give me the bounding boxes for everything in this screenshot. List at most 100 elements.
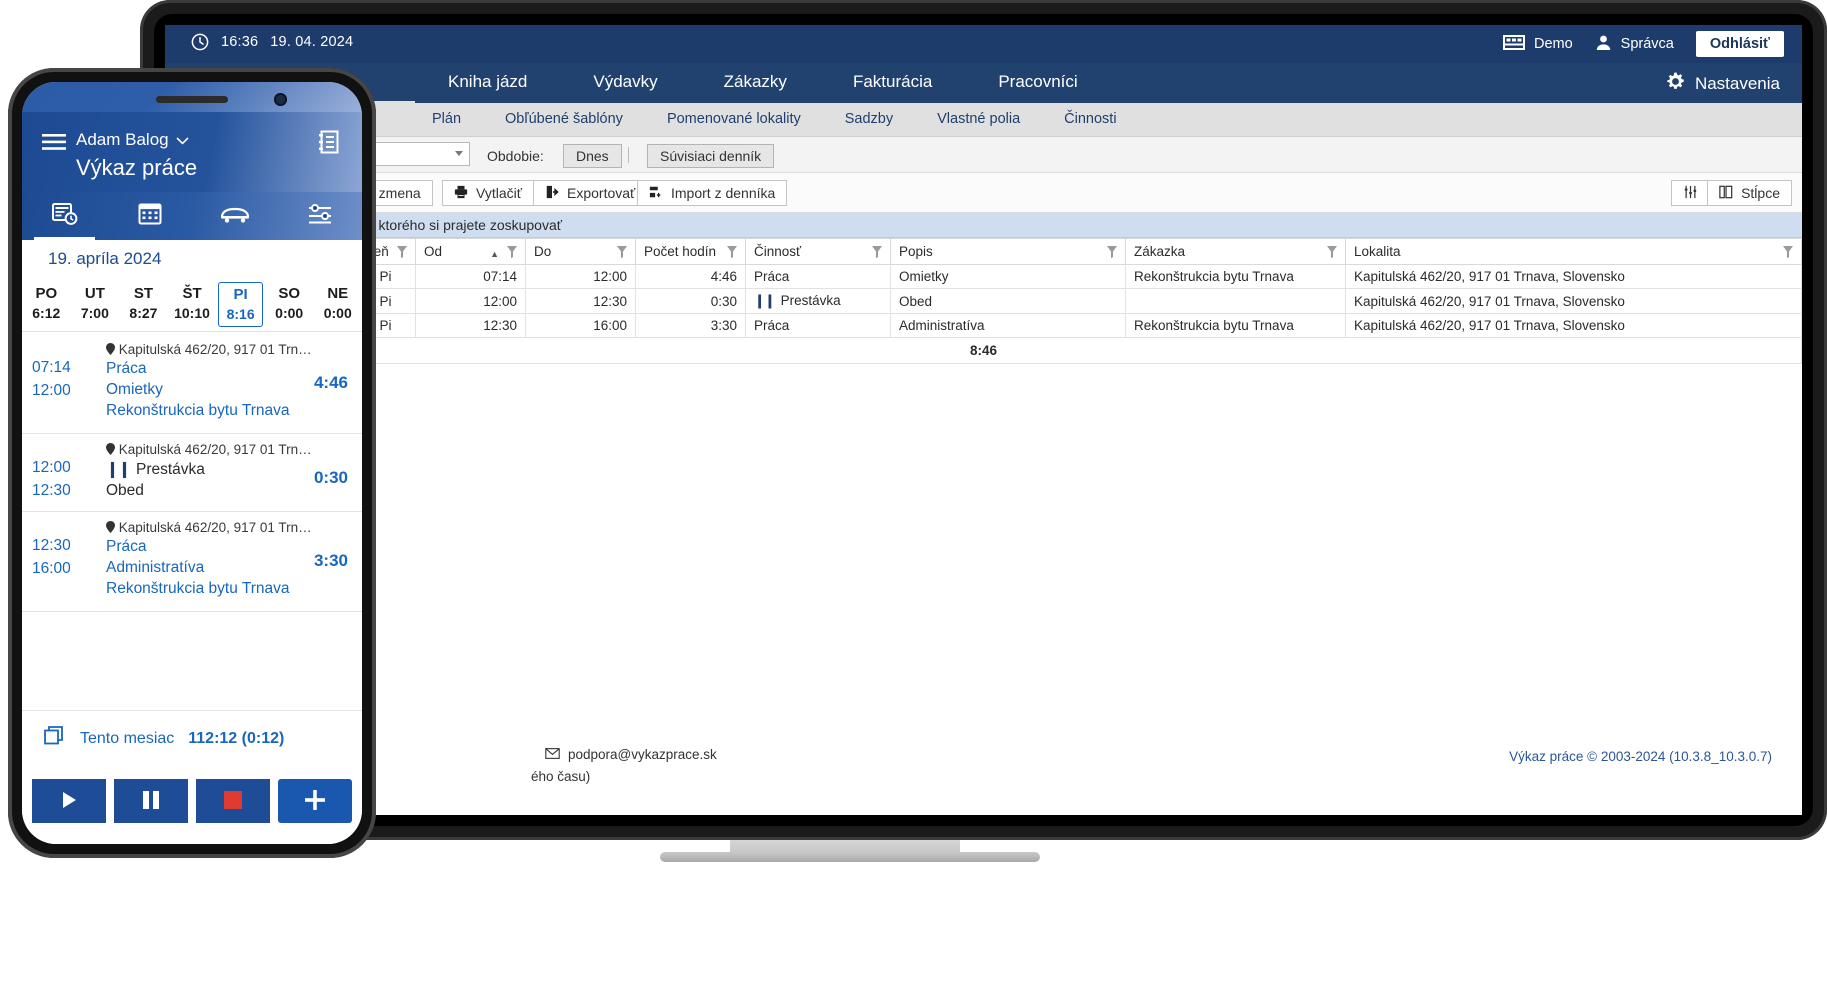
product-link[interactable]: Výkaz práce	[1509, 749, 1583, 764]
layout-button[interactable]	[1671, 180, 1710, 206]
phone-screen: Adam Balog Výkaz práce 19. apríla 2024 P…	[22, 82, 362, 844]
export-button[interactable]: Exportovať	[533, 180, 648, 206]
print-button[interactable]: Vytlačiť	[442, 180, 534, 206]
support-email: podpora@vykazprace.sk	[568, 747, 717, 762]
filter-icon[interactable]	[1782, 244, 1794, 260]
import-journal-button[interactable]: Import z denníka	[637, 180, 788, 206]
mobile-timer-controls	[22, 766, 362, 844]
filter-icon[interactable]	[1106, 244, 1118, 260]
mobile-phone-mockup: Adam Balog Výkaz práce 19. apríla 2024 P…	[8, 68, 376, 858]
filter-icon[interactable]	[616, 244, 628, 260]
column-header-pocet-hodin[interactable]: Počet hodín	[635, 238, 746, 265]
nav-item-zakazky[interactable]: Zákazky	[691, 63, 820, 101]
day-ut[interactable]: UT 7:00	[71, 278, 120, 331]
print-label: Vytlačiť	[476, 185, 522, 201]
list-item[interactable]: 07:14 12:00 Kapitulská 462/20, 917 01 Tr…	[22, 334, 362, 434]
period-label: Obdobie:	[487, 148, 544, 164]
cell-zakazka	[1125, 288, 1346, 314]
list-item[interactable]: 12:30 16:00 Kapitulská 462/20, 917 01 Tr…	[22, 512, 362, 612]
sub-navigation: Plán Obľúbené šablóny Pomenované lokalit…	[165, 103, 1802, 137]
table-row[interactable]: 19. 04. 2024 Pi 07:14 12:00 4:46 Práca O…	[165, 264, 1802, 289]
entry-order: Rekonštrukcia bytu Trnava	[106, 402, 290, 419]
printer-icon	[454, 185, 468, 202]
mobile-week-selector: PO 6:12 UT 7:00 ST 8:27 ŠT 10:10 PI 8:16…	[22, 278, 362, 332]
filter-icon[interactable]	[871, 244, 883, 260]
entry-location-text: Kapitulská 462/20, 917 01 Trn…	[118, 442, 312, 457]
columns-icon	[1719, 185, 1733, 202]
day-st[interactable]: ST 8:27	[119, 278, 168, 331]
day-pi-selected[interactable]: PI 8:16	[216, 278, 265, 331]
month-summary[interactable]: Tento mesiac 112:12 (0:12)	[22, 710, 362, 766]
logout-button[interactable]: Odhlásiť	[1695, 31, 1784, 57]
location-pin-icon	[106, 520, 119, 535]
entry-from: 12:00	[32, 459, 71, 476]
day-so[interactable]: SO 0:00	[265, 278, 314, 331]
hamburger-menu-icon[interactable]	[42, 134, 66, 155]
entry-location-text: Kapitulská 462/20, 917 01 Trn…	[118, 342, 312, 357]
column-header-do[interactable]: Do	[525, 238, 636, 265]
entry-times: 07:14 12:00	[32, 356, 71, 402]
copyright-text: © 2003-2024 (10.3.8_10.3.0.7)	[1587, 749, 1772, 764]
sort-asc-icon[interactable]: ▲	[490, 249, 499, 259]
column-header-cinnost[interactable]: Činnosť	[745, 238, 891, 265]
filter-icon[interactable]	[726, 244, 738, 260]
table-header-row: Dátum ▲ Deň Od ▲ Do	[165, 238, 1802, 265]
mobile-user-selector[interactable]: Adam Balog	[76, 130, 189, 150]
tab-vehicle[interactable]	[192, 192, 277, 240]
columns-button[interactable]: Stĺpce	[1707, 180, 1792, 206]
column-header-od[interactable]: Od ▲	[415, 238, 526, 265]
company-chip[interactable]: Demo	[1502, 34, 1573, 54]
day-st-thu[interactable]: ŠT 10:10	[168, 278, 217, 331]
filter-icon[interactable]	[396, 244, 408, 260]
subnav-item-vlastne-polia[interactable]: Vlastné polia	[915, 103, 1042, 135]
document-icon[interactable]	[318, 130, 340, 159]
day-ne[interactable]: NE 0:00	[313, 278, 362, 331]
column-header-lokalita[interactable]: Lokalita	[1345, 238, 1802, 265]
desktop-monitor: 16:36 19. 04. 2024 Demo Správca Odhlásiť	[140, 0, 1827, 862]
cell-popis: Omietky	[890, 264, 1126, 289]
phone-body: Adam Balog Výkaz práce 19. apríla 2024 P…	[8, 68, 376, 858]
tab-statistics[interactable]	[277, 192, 362, 240]
filter-icon[interactable]	[506, 244, 518, 260]
column-header-zakazka[interactable]: Zákazka	[1125, 238, 1346, 265]
add-button[interactable]	[278, 779, 352, 823]
worker-select[interactable]	[360, 142, 470, 166]
day-po[interactable]: PO 6:12	[22, 278, 71, 331]
subnav-item-cinnosti[interactable]: Činnosti	[1042, 103, 1138, 135]
subnav-item-oblubene-sablony[interactable]: Obľúbené šablóny	[483, 103, 645, 135]
user-chip[interactable]: Správca	[1595, 34, 1674, 55]
table-row[interactable]: 19. 04. 2024 Pi 12:00 12:30 0:30 ❙❙Prest…	[165, 288, 1802, 314]
day-hours: 8:27	[129, 305, 158, 321]
columns-label: Stĺpce	[1741, 185, 1780, 201]
table-row[interactable]: 19. 04. 2024 Pi 12:30 16:00 3:30 Práca A…	[165, 313, 1802, 338]
nav-item-vydavky[interactable]: Výdavky	[560, 63, 690, 101]
nav-item-fakturacia[interactable]: Fakturácia	[820, 63, 965, 101]
tab-timesheet[interactable]	[22, 192, 107, 240]
nav-item-kniha-jazd[interactable]: Kniha jázd	[415, 63, 560, 101]
day-name: ŠT	[182, 285, 202, 302]
cell-pocet-hodin: 3:30	[635, 313, 746, 338]
subnav-item-pomenovane-lokality[interactable]: Pomenované lokality	[645, 103, 823, 135]
period-today-button[interactable]: Dnes	[563, 144, 622, 168]
column-label: Od	[424, 244, 443, 259]
app-statusbar: 16:36 19. 04. 2024 Demo Správca Odhlásiť	[165, 25, 1802, 63]
statusbar-date: 19. 04. 2024	[270, 34, 354, 50]
subnav-item-plan[interactable]: Plán	[410, 103, 483, 135]
desktop-app-screen: 16:36 19. 04. 2024 Demo Správca Odhlásiť	[165, 25, 1802, 815]
related-journal-button[interactable]: Súvisiaci denník	[647, 144, 775, 168]
stop-button[interactable]	[196, 779, 270, 823]
entry-location: Kapitulská 462/20, 917 01 Trn…	[106, 442, 362, 457]
support-contact[interactable]: podpora@vykazprace.sk	[545, 747, 717, 762]
list-item[interactable]: 12:00 12:30 Kapitulská 462/20, 917 01 Tr…	[22, 434, 362, 512]
nav-item-nastavenia[interactable]: Nastavenia	[1666, 72, 1780, 96]
tab-calendar[interactable]	[107, 192, 192, 240]
pause-button[interactable]	[114, 779, 188, 823]
start-button[interactable]	[32, 779, 106, 823]
table-total-row: 8:46	[165, 337, 1802, 364]
column-header-popis[interactable]: Popis	[890, 238, 1126, 265]
filter-icon[interactable]	[1326, 244, 1338, 260]
subnav-item-sadzby[interactable]: Sadzby	[823, 103, 915, 135]
day-hours: 6:12	[32, 305, 61, 321]
import-label: Import z denníka	[671, 185, 776, 201]
nav-item-pracovnici[interactable]: Pracovníci	[965, 63, 1110, 101]
